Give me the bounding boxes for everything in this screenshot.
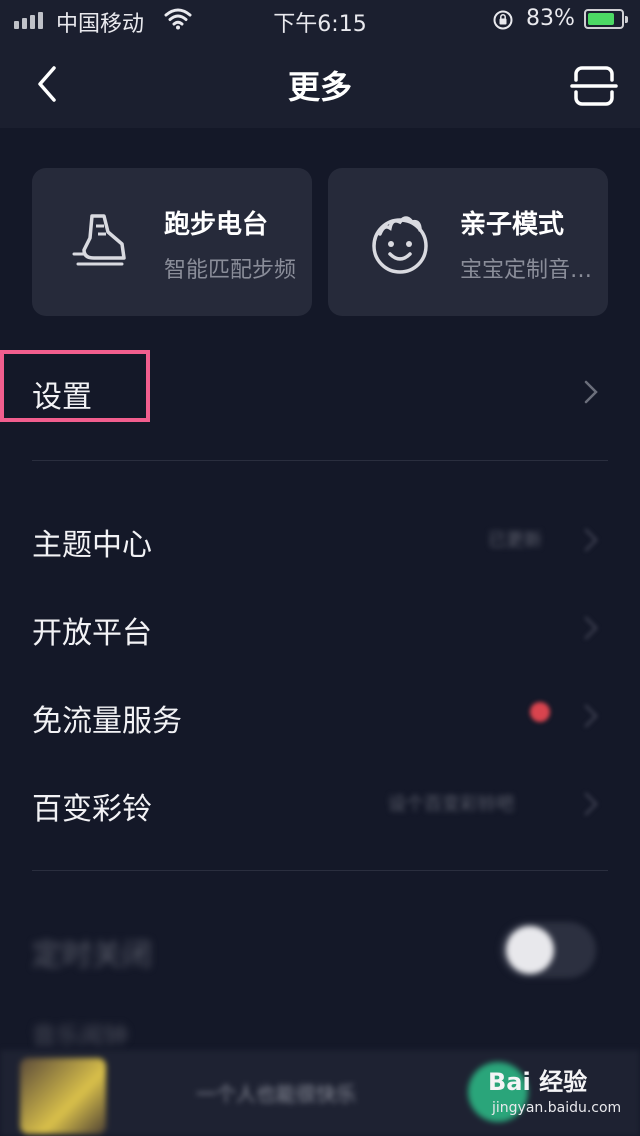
card-title: 跑步电台 (164, 210, 269, 240)
watermark-logo: Bai 经验 (488, 1068, 588, 1096)
baidu-jingyan-watermark: Bai 经验 jingyan.baidu.com (488, 1062, 621, 1124)
menu-item-label: 免流量服务 (32, 704, 182, 739)
chevron-right-icon (582, 524, 602, 556)
song-title: 一个人也能很快乐 (196, 1082, 356, 1106)
rotation-lock-icon (492, 9, 514, 37)
battery-icon (584, 9, 628, 29)
timer-toggle[interactable] (500, 922, 596, 978)
menu-item-label: 定时关闭 (32, 938, 152, 973)
divider (32, 870, 608, 871)
card-subtitle: 智能匹配步频 (164, 258, 297, 283)
menu-item-label: 音乐闹钟 (32, 1022, 128, 1050)
highlight-box (0, 350, 150, 422)
chevron-right-icon (582, 376, 602, 408)
menu-item-theme-center[interactable]: 主题中心 已更新 (0, 500, 640, 580)
baby-face-icon (366, 208, 434, 276)
chevron-right-icon (582, 788, 602, 820)
parent-child-mode-card[interactable]: 亲子模式 宝宝定制音… (328, 168, 608, 316)
chevron-right-icon (582, 612, 602, 644)
watermark-url: jingyan.baidu.com (492, 1100, 622, 1116)
menu-item-label: 开放平台 (32, 616, 152, 651)
menu-item-ringtone[interactable]: 百变彩铃 设个百变彩铃吧 (0, 764, 640, 844)
running-shoe-icon (70, 208, 138, 276)
navigation-bar: 更多 (0, 40, 640, 128)
notification-dot (530, 702, 550, 722)
divider (32, 460, 608, 461)
card-title: 亲子模式 (460, 210, 565, 240)
scan-icon[interactable] (570, 64, 618, 108)
menu-item-extra: 已更新 (488, 530, 542, 551)
menu-item-label: 百变彩铃 (32, 792, 152, 827)
running-radio-card[interactable]: 跑步电台 智能匹配步频 (32, 168, 312, 316)
menu-item-extra: 设个百变彩铃吧 (388, 794, 514, 815)
battery-percent: 83% (526, 6, 575, 31)
menu-item-open-platform[interactable]: 开放平台 (0, 588, 640, 668)
status-bar: 中国移动 下午6:15 83% (0, 0, 640, 40)
menu-item-label: 主题中心 (32, 528, 152, 563)
card-subtitle: 宝宝定制音… (460, 258, 593, 283)
page-title: 更多 (287, 68, 352, 106)
album-art (20, 1058, 106, 1134)
chevron-right-icon (582, 700, 602, 732)
